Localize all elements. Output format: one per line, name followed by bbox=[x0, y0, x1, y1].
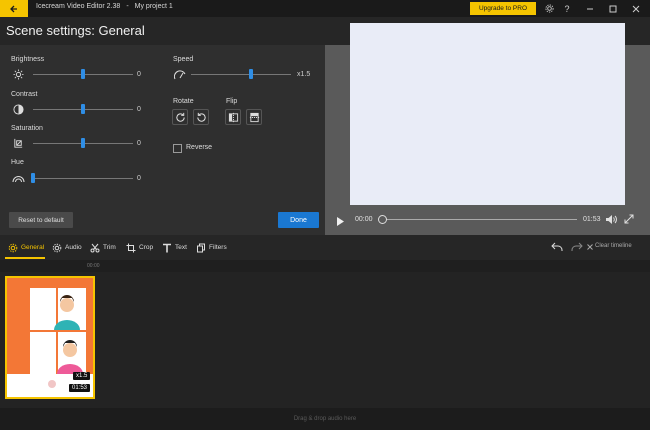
saturation-label: Saturation bbox=[11, 125, 43, 132]
saturation-slider-thumb[interactable] bbox=[81, 138, 85, 148]
text-icon bbox=[163, 243, 171, 252]
flip-vertical-button[interactable] bbox=[246, 109, 262, 125]
play-button[interactable] bbox=[336, 214, 345, 232]
speed-value: x1.5 bbox=[297, 71, 311, 78]
brightness-label: Brightness bbox=[11, 56, 45, 63]
timeline-area[interactable] bbox=[0, 260, 650, 408]
project-name: My project 1 bbox=[134, 3, 173, 10]
tab-text-label: Text bbox=[175, 244, 187, 251]
flip-vertical-icon bbox=[249, 112, 259, 122]
fullscreen-button[interactable] bbox=[623, 213, 635, 225]
help-icon[interactable]: ? bbox=[560, 2, 574, 15]
rotate-counterclockwise-icon bbox=[196, 112, 206, 122]
saturation-value: 0 bbox=[137, 140, 141, 147]
tab-audio[interactable]: Audio bbox=[52, 235, 82, 260]
tab-crop-label: Crop bbox=[139, 244, 154, 251]
audio-drop-zone[interactable]: Drag & drop audio here bbox=[0, 408, 650, 430]
speed-label: Speed bbox=[173, 56, 194, 63]
clear-timeline-button[interactable] bbox=[586, 243, 594, 251]
total-duration: 01:53 bbox=[583, 216, 601, 223]
flip-label: Flip bbox=[226, 98, 238, 105]
contrast-icon bbox=[12, 103, 24, 115]
reset-to-default-button[interactable]: Reset to default bbox=[9, 212, 73, 228]
tab-filters-label: Filters bbox=[209, 244, 227, 251]
tab-text[interactable]: Text bbox=[162, 235, 187, 260]
settings-gear-icon[interactable] bbox=[542, 2, 556, 15]
hue-icon bbox=[12, 172, 25, 184]
volume-icon bbox=[606, 214, 617, 224]
speedometer-icon bbox=[173, 68, 186, 80]
audio-gear-icon bbox=[52, 243, 62, 252]
reverse-label: Reverse bbox=[186, 144, 213, 151]
tab-general-label: General bbox=[21, 244, 45, 251]
redo-button[interactable] bbox=[570, 241, 583, 253]
maximize-icon[interactable] bbox=[606, 2, 620, 15]
undo-icon bbox=[550, 242, 562, 251]
window-title: Icecream Video Editor 2.38- My project 1 bbox=[36, 3, 179, 10]
rotate-right-button[interactable] bbox=[172, 109, 188, 125]
tab-filters[interactable]: Filters bbox=[196, 235, 227, 260]
page-title: Scene settings: General bbox=[6, 23, 145, 38]
contrast-slider-thumb[interactable] bbox=[81, 104, 85, 114]
speed-slider-track[interactable] bbox=[191, 74, 291, 75]
play-icon bbox=[337, 217, 344, 226]
gear-icon bbox=[8, 243, 18, 252]
flip-horizontal-icon bbox=[228, 112, 238, 122]
filters-icon bbox=[197, 243, 205, 252]
hue-value: 0 bbox=[137, 175, 141, 182]
close-icon[interactable] bbox=[629, 2, 643, 15]
done-button[interactable]: Done bbox=[278, 212, 319, 228]
seek-handle[interactable] bbox=[378, 215, 387, 224]
active-tab-indicator bbox=[5, 257, 45, 259]
back-button[interactable] bbox=[0, 0, 28, 17]
app-name: Icecream Video Editor 2.38 bbox=[36, 3, 121, 10]
title-bar: Icecream Video Editor 2.38- My project 1 … bbox=[0, 0, 650, 17]
crop-icon bbox=[126, 243, 136, 252]
title-separator: - bbox=[126, 3, 129, 10]
volume-button[interactable] bbox=[605, 213, 618, 225]
undo-button[interactable] bbox=[550, 241, 563, 253]
tab-crop[interactable]: Crop bbox=[126, 235, 153, 260]
saturation-icon bbox=[12, 137, 24, 149]
clip-duration-badge: 01:53 bbox=[69, 384, 91, 392]
arrow-left-icon bbox=[10, 5, 17, 12]
timeline-clip[interactable]: x1.5 01:53 bbox=[5, 276, 95, 399]
clip-speed-badge: x1.5 bbox=[73, 372, 91, 380]
sun-icon bbox=[12, 68, 24, 80]
speed-slider-thumb[interactable] bbox=[249, 69, 253, 79]
brightness-slider-thumb[interactable] bbox=[81, 69, 85, 79]
contrast-value: 0 bbox=[137, 106, 141, 113]
hue-slider-thumb[interactable] bbox=[31, 173, 35, 183]
expand-icon bbox=[624, 214, 634, 224]
rotate-left-button[interactable] bbox=[193, 109, 209, 125]
hue-slider-track[interactable] bbox=[33, 178, 133, 179]
tab-audio-label: Audio bbox=[65, 244, 82, 251]
current-time: 00:00 bbox=[355, 216, 373, 223]
ruler-mark-start: 00:00 bbox=[87, 263, 100, 269]
upgrade-button[interactable]: Upgrade to PRO bbox=[470, 2, 536, 15]
tab-trim[interactable]: Trim bbox=[90, 235, 116, 260]
close-small-icon bbox=[587, 244, 593, 250]
reverse-checkbox[interactable] bbox=[173, 144, 182, 153]
flip-horizontal-button[interactable] bbox=[225, 109, 241, 125]
video-preview bbox=[350, 23, 625, 205]
clear-timeline-label[interactable]: Clear timeline bbox=[595, 243, 632, 249]
contrast-label: Contrast bbox=[11, 91, 38, 98]
rotate-label: Rotate bbox=[173, 98, 194, 105]
rotate-clockwise-icon bbox=[175, 112, 185, 122]
redo-icon bbox=[571, 242, 583, 251]
tab-trim-label: Trim bbox=[103, 244, 116, 251]
seek-bar[interactable] bbox=[380, 219, 577, 220]
scissors-icon bbox=[90, 243, 100, 252]
brightness-value: 0 bbox=[137, 71, 141, 78]
hue-label: Hue bbox=[11, 159, 24, 166]
minimize-icon[interactable] bbox=[583, 2, 597, 15]
